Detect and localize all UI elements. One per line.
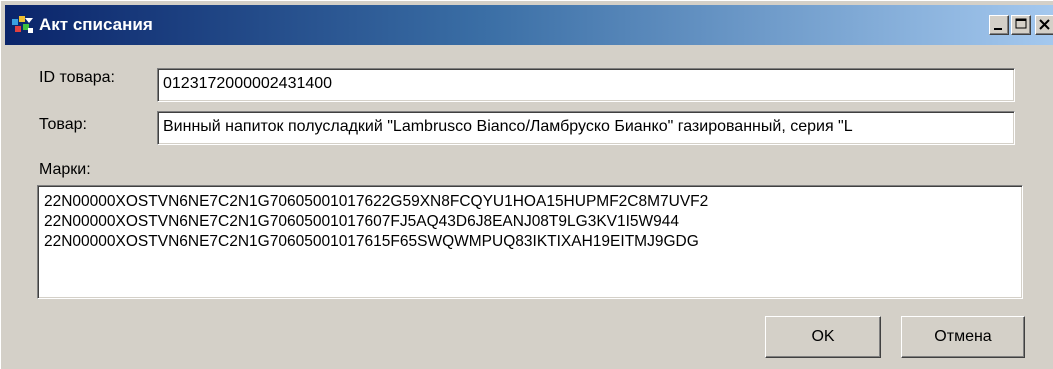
title-bar[interactable]: Акт списания bbox=[5, 5, 1053, 45]
window-title: Акт списания bbox=[39, 15, 153, 34]
product-value: Винный напиток полусладкий "Lambrusco Bi… bbox=[163, 118, 853, 135]
dialog-window: Акт списания ID товара: 0123172000002431… bbox=[0, 0, 1053, 369]
maximize-button[interactable] bbox=[1011, 15, 1031, 35]
mark-line: 22N00000XOSTVN6NE7C2N1G70605001017615F65… bbox=[44, 233, 699, 250]
product-label: Товар: bbox=[39, 116, 87, 133]
id-label: ID товара: bbox=[39, 69, 115, 86]
mark-line: 22N00000XOSTVN6NE7C2N1G70605001017607FJ5… bbox=[44, 213, 680, 230]
id-value: 0123172000002431400 bbox=[163, 75, 333, 92]
app-icon bbox=[12, 16, 33, 33]
mark-line: 22N00000XOSTVN6NE7C2N1G70605001017622G59… bbox=[44, 193, 709, 210]
minimize-button[interactable] bbox=[989, 15, 1009, 35]
maximize-icon bbox=[1015, 18, 1027, 29]
minimize-icon bbox=[994, 28, 1002, 30]
close-button[interactable] bbox=[1035, 15, 1053, 35]
close-icon bbox=[1039, 19, 1050, 30]
cancel-button[interactable]: Отмена bbox=[901, 316, 1025, 358]
marks-textarea[interactable]: 22N00000XOSTVN6NE7C2N1G70605001017622G59… bbox=[37, 185, 1023, 299]
product-field[interactable]: Винный напиток полусладкий "Lambrusco Bi… bbox=[157, 111, 1015, 145]
ok-button[interactable]: OK bbox=[765, 316, 881, 358]
id-field[interactable]: 0123172000002431400 bbox=[157, 68, 1015, 102]
marks-label: Марки: bbox=[39, 161, 91, 178]
